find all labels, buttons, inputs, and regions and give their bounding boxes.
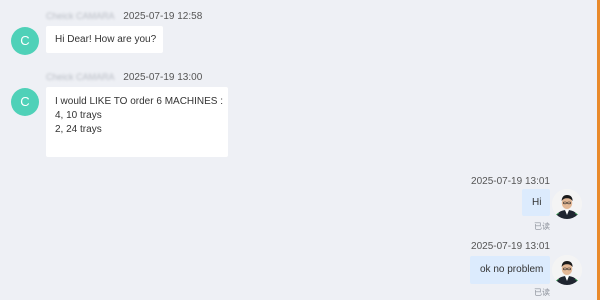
message-bubble[interactable]: Hi	[522, 189, 550, 216]
user-avatar[interactable]	[552, 189, 582, 219]
user-avatar[interactable]	[552, 255, 582, 285]
message-bubble[interactable]: Hi Dear! How are you?	[46, 26, 163, 53]
message-header: Cheick CAMARA 2025-07-19 12:58	[46, 11, 202, 22]
message-timestamp: 2025-07-19 13:01	[471, 241, 550, 252]
read-status: 已读	[534, 222, 550, 231]
message-bubble[interactable]: I would LIKE TO order 6 MACHINES : 4, 10…	[46, 87, 228, 157]
message-text-line: 2, 24 trays	[55, 124, 102, 135]
message-text-line: 4, 10 trays	[55, 110, 102, 121]
message-header: Cheick CAMARA 2025-07-19 13:00	[46, 72, 202, 83]
user-photo-icon	[552, 189, 582, 219]
message-timestamp: 2025-07-19 12:58	[123, 11, 203, 22]
contact-avatar[interactable]: C	[11, 27, 39, 55]
chat-message-list[interactable]: Cheick CAMARA 2025-07-19 12:58 C Hi Dear…	[0, 0, 600, 300]
message-text: Hi	[532, 197, 542, 208]
message-timestamp: 2025-07-19 13:00	[123, 72, 203, 83]
message-bubble[interactable]: ok no problem	[470, 256, 550, 284]
message-text-line: I would LIKE TO order 6 MACHINES :	[55, 96, 224, 107]
contact-avatar[interactable]: C	[11, 88, 39, 116]
message-text: Hi Dear! How are you?	[55, 34, 157, 45]
message-timestamp: 2025-07-19 13:01	[471, 176, 550, 187]
user-photo-icon	[552, 255, 582, 285]
read-status: 已读	[534, 288, 550, 297]
message-text: ok no problem	[480, 264, 544, 275]
sender-name: Cheick CAMARA	[46, 11, 115, 21]
sender-name: Cheick CAMARA	[46, 72, 115, 82]
